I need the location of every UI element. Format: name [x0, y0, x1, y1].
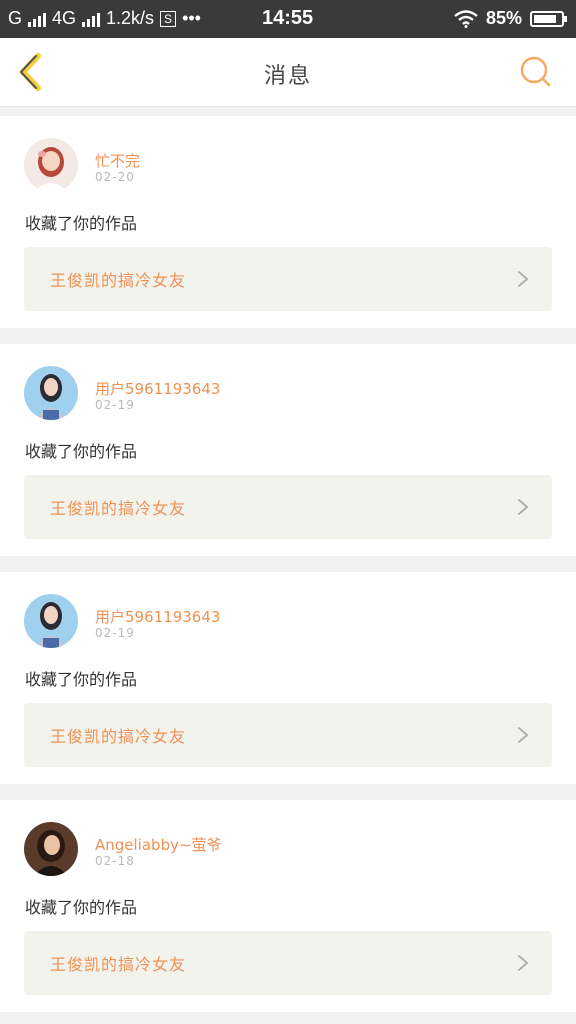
- message-date: 02-19: [95, 398, 135, 412]
- username[interactable]: Angeliabby~萤爷: [95, 834, 222, 855]
- header-bar: 消息: [0, 38, 576, 107]
- action-text: 收藏了你的作品: [25, 670, 138, 689]
- page-title: 消息: [263, 64, 312, 89]
- message-date: 02-18: [95, 854, 135, 868]
- network-speed: 1.2k/s: [106, 8, 155, 28]
- clock: 14:55: [262, 7, 314, 29]
- username[interactable]: 用户5961193643: [95, 378, 220, 399]
- search-icon[interactable]: [518, 54, 554, 90]
- work-link[interactable]: 王俊凯的搞冷女友: [24, 703, 552, 767]
- message-card[interactable]: 忙不完 02-20 收藏了你的作品 王俊凯的搞冷女友: [0, 116, 576, 328]
- message-card[interactable]: 用户5961193643 02-19 收藏了你的作品 王俊凯的搞冷女友: [0, 344, 576, 556]
- network-label: 4G: [52, 8, 77, 28]
- carrier-label: G: [8, 8, 23, 28]
- action-text: 收藏了你的作品: [25, 442, 138, 461]
- message-card[interactable]: Angeliabby~萤爷 02-18 收藏了你的作品 王俊凯的搞冷女友: [0, 800, 576, 1012]
- work-link[interactable]: 王俊凯的搞冷女友: [24, 931, 552, 995]
- chevron-right-icon: [518, 499, 529, 515]
- battery-icon: [530, 10, 567, 27]
- battery-percent: 85%: [485, 8, 522, 28]
- action-text: 收藏了你的作品: [25, 214, 138, 233]
- action-text: 收藏了你的作品: [25, 898, 138, 917]
- chevron-right-icon: [518, 271, 529, 287]
- work-title: 王俊凯的搞冷女友: [50, 499, 187, 518]
- work-title: 王俊凯的搞冷女友: [50, 727, 187, 746]
- chevron-right-icon: [518, 727, 529, 743]
- s-icon: S: [160, 10, 177, 27]
- avatar[interactable]: [24, 594, 78, 648]
- wifi-icon: [454, 9, 478, 28]
- work-title: 王俊凯的搞冷女友: [50, 955, 187, 974]
- username[interactable]: 忙不完: [95, 150, 140, 171]
- message-card[interactable]: 用户5961193643 02-19 收藏了你的作品 王俊凯的搞冷女友: [0, 572, 576, 784]
- work-link[interactable]: 王俊凯的搞冷女友: [24, 247, 552, 311]
- work-title: 王俊凯的搞冷女友: [50, 271, 187, 290]
- message-date: 02-19: [95, 626, 135, 640]
- signal-icon-2: [82, 11, 101, 27]
- avatar[interactable]: [24, 138, 78, 192]
- more-dots: •••: [182, 8, 201, 28]
- avatar[interactable]: [24, 822, 78, 876]
- work-link[interactable]: 王俊凯的搞冷女友: [24, 475, 552, 539]
- username[interactable]: 用户5961193643: [95, 606, 220, 627]
- signal-icon: [28, 11, 47, 27]
- message-date: 02-20: [95, 170, 135, 184]
- avatar[interactable]: [24, 366, 78, 420]
- chevron-right-icon: [518, 955, 529, 971]
- status-bar: G 4G 1.2k/s S ••• 14:55 85%: [0, 0, 576, 38]
